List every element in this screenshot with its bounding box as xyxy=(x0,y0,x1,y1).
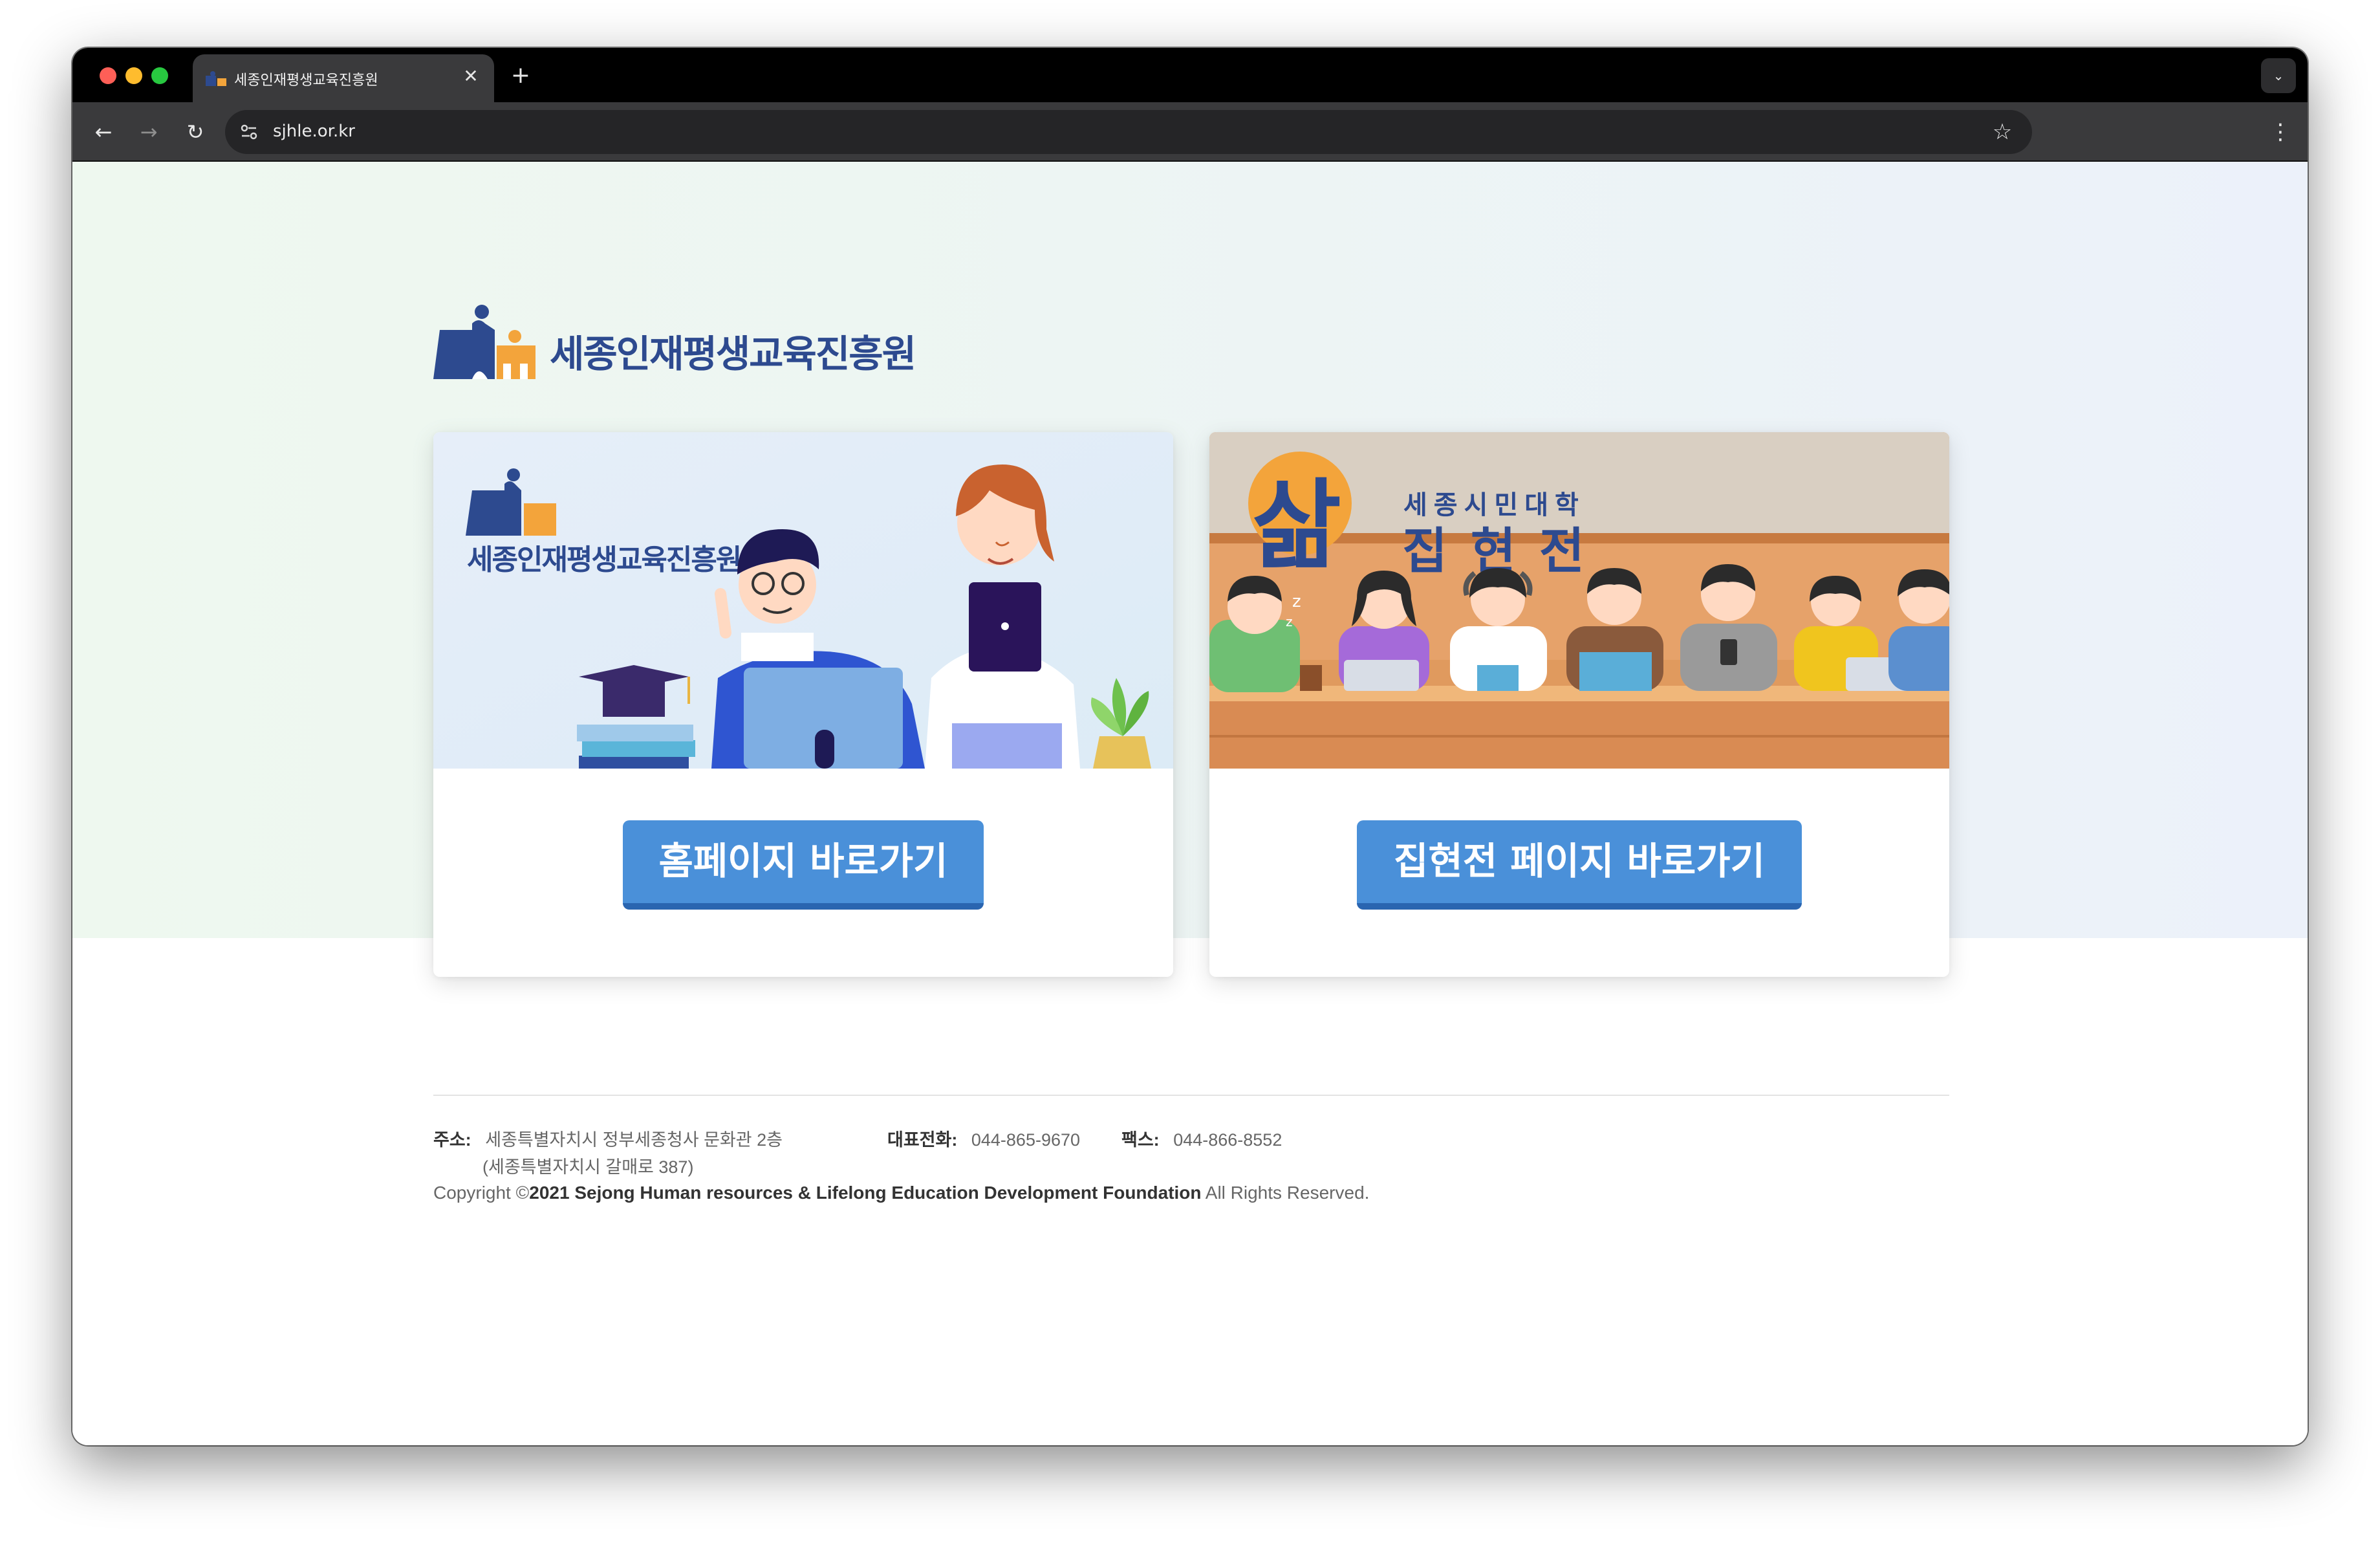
copyright-prefix: Copyright © xyxy=(433,1183,530,1203)
phone-label: 대표전화: xyxy=(887,1130,958,1150)
homepage-button[interactable]: 홈페이지 바로가기 xyxy=(623,820,984,910)
close-window-button[interactable] xyxy=(100,67,116,84)
tab-bar: 세종인재평생교육진흥원 ✕ + ⌄ xyxy=(72,48,2308,102)
jiphyeonjeon-button[interactable]: 집현전 페이지 바로가기 xyxy=(1357,820,1802,910)
address-line1: 세종특별자치시 정부세종청사 문화관 2층 xyxy=(485,1130,783,1150)
phone-block: 대표전화: 044-865-9670 xyxy=(887,1126,1080,1151)
homepage-illustration: 세종인재평생교육진흥원 xyxy=(433,432,1173,769)
reload-icon[interactable]: ↻ xyxy=(177,114,213,150)
address-label: 주소: xyxy=(433,1130,471,1150)
browser-menu-icon[interactable]: ⋮ xyxy=(2267,114,2293,150)
address-bar[interactable]: sjhle.or.kr ☆ xyxy=(225,110,2032,154)
new-tab-button[interactable]: + xyxy=(504,60,537,92)
fax-label: 팩스: xyxy=(1121,1130,1160,1150)
fax-block: 팩스: 044-866-8552 xyxy=(1121,1126,1282,1151)
back-arrow-icon[interactable]: ← xyxy=(85,114,122,150)
browser-toolbar: ← → ↻ sjhle.or.kr ☆ ⋮ xyxy=(72,102,2308,162)
browser-window: 세종인재평생교육진흥원 ✕ + ⌄ ← → ↻ sjhle.or.kr ☆ ⋮ xyxy=(72,48,2308,1445)
logo-mark-icon xyxy=(433,305,536,379)
copyright-org: 2021 Sejong Human resources & Lifelong E… xyxy=(529,1183,1202,1203)
tab-close-icon[interactable]: ✕ xyxy=(458,63,484,89)
illustration-logo-text: 세종인재평생교육진흥원 xyxy=(467,543,741,576)
forward-arrow-icon[interactable]: → xyxy=(131,114,167,150)
site-logo[interactable]: 세종인재평생교육진흥원 xyxy=(433,304,938,386)
site-favicon-icon xyxy=(206,71,226,86)
illustration-big-char: 삶 xyxy=(1252,470,1341,582)
svg-text:z: z xyxy=(1292,592,1301,611)
page-content: 세종인재평생교육진흥원 세종인재평생교육진흥원 홈페이지 바로가기 삶 세종시민… xyxy=(72,162,2308,1445)
illustration-subtitle: 세종시민대학 xyxy=(1403,490,1585,520)
phone-value: 044-865-9670 xyxy=(971,1130,1081,1150)
svg-text:z: z xyxy=(1286,614,1293,629)
active-tab[interactable]: 세종인재평생교육진흥원 ✕ xyxy=(193,54,494,102)
site-settings-icon[interactable] xyxy=(238,121,260,143)
maximize-window-button[interactable] xyxy=(151,67,168,84)
copyright: Copyright ©2021 Sejong Human resources &… xyxy=(433,1183,1369,1203)
url-text[interactable]: sjhle.or.kr xyxy=(273,122,355,141)
jiphyeonjeon-illustration: 삶 세종시민대학 집현전 z z xyxy=(1209,432,1949,769)
minimize-window-button[interactable] xyxy=(125,67,142,84)
address-line2-row: (세종특별자치시 갈매로 387) xyxy=(482,1153,693,1178)
hero-background xyxy=(72,162,2308,938)
footer-divider xyxy=(433,1095,1949,1096)
tab-title: 세종인재평생교육진흥원 xyxy=(234,72,378,89)
copyright-suffix: All Rights Reserved. xyxy=(1201,1183,1370,1203)
fax-value: 044-866-8552 xyxy=(1173,1130,1282,1150)
address-line2: (세종특별자치시 갈매로 387) xyxy=(482,1157,694,1177)
jiphyeonjeon-card[interactable]: 삶 세종시민대학 집현전 z z 집현전 페이지 바로가기 xyxy=(1209,432,1949,977)
logo-text: 세종인재평생교육진흥원 xyxy=(550,332,916,376)
tab-search-chevron-icon[interactable]: ⌄ xyxy=(2261,58,2296,93)
homepage-card[interactable]: 세종인재평생교육진흥원 홈페이지 바로가기 xyxy=(433,432,1173,977)
bookmark-star-icon[interactable]: ☆ xyxy=(1987,116,2018,148)
address-block: 주소: 세종특별자치시 정부세종청사 문화관 2층 xyxy=(433,1126,783,1151)
